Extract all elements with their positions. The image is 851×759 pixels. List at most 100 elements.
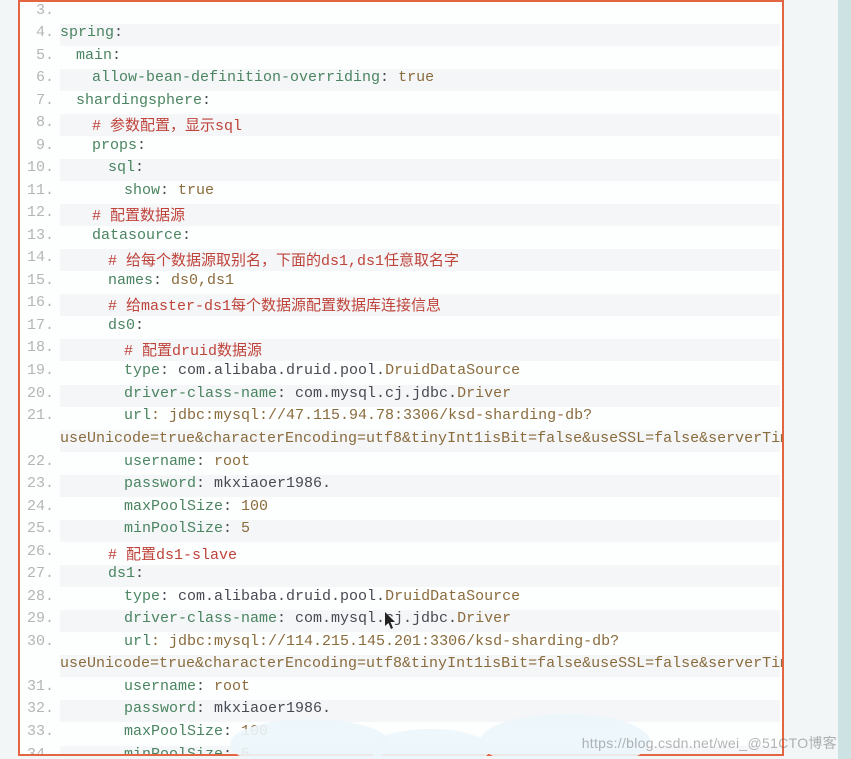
line-number: 33.	[20, 723, 56, 740]
code-token: # 参数配置，显示sql	[92, 118, 242, 135]
code-token: username	[124, 453, 196, 470]
line-number: 9.	[20, 137, 56, 154]
line-number: 22.	[20, 453, 56, 470]
code-token: ds0	[108, 317, 135, 334]
highlight-band	[60, 159, 780, 181]
code-token: driver-class-name	[124, 385, 277, 402]
code-line: datasource:	[92, 227, 191, 244]
code-token: url	[124, 633, 151, 650]
code-token: minPoolSize	[124, 746, 223, 756]
code-token: : jdbc:mysql://47.115.94.78:3306/ksd-sha…	[151, 407, 592, 424]
code-token: :	[114, 24, 123, 41]
line-number: 6.	[20, 69, 56, 86]
code-line: password: mkxiaoer1986.	[124, 475, 331, 492]
watermark: https://blog.csdn.net/wei_@51CTO博客	[582, 733, 837, 753]
code-line: props:	[92, 137, 146, 154]
code-token: url	[124, 407, 151, 424]
code-token: sql	[108, 159, 135, 176]
line-gutter: 3.4.5.6.7.8.9.10.11.12.13.14.15.16.17.18…	[20, 2, 56, 754]
code-line: # 参数配置，显示sql	[92, 114, 242, 135]
code-line: useUnicode=true&characterEncoding=utf8&t…	[60, 430, 784, 447]
line-number: 16.	[20, 294, 56, 311]
line-number: 8.	[20, 114, 56, 131]
code-token: type	[124, 588, 160, 605]
code-token: : com.mysql.cj.jdbc.	[277, 610, 457, 627]
line-number: 5.	[20, 47, 56, 64]
code-token: : com.mysql.cj.jdbc.	[277, 385, 457, 402]
line-number: 29.	[20, 610, 56, 627]
code-token: :	[135, 565, 144, 582]
line-number: 15.	[20, 272, 56, 289]
line-number: 20.	[20, 385, 56, 402]
code-token: : mkxiaoer1986.	[196, 475, 331, 492]
code-token: spring	[60, 24, 114, 41]
line-number: 26.	[20, 543, 56, 560]
code-token: DruidDataSource	[385, 362, 520, 379]
line-number: 24.	[20, 498, 56, 515]
code-token: ds0,ds1	[171, 272, 234, 289]
code-token: maxPoolSize	[124, 498, 223, 515]
line-number: 31.	[20, 678, 56, 695]
line-number: 14.	[20, 249, 56, 266]
code-line: username: root	[124, 453, 250, 470]
code-token: type	[124, 362, 160, 379]
code-token: allow-bean-definition-overriding	[92, 69, 380, 86]
code-token: :	[160, 182, 178, 199]
code-line: driver-class-name: com.mysql.cj.jdbc.Dri…	[124, 610, 511, 627]
code-token: shardingsphere	[76, 92, 202, 109]
code-line: useUnicode=true&characterEncoding=utf8&t…	[60, 655, 784, 672]
line-number: 19.	[20, 362, 56, 379]
code-line: ds1:	[108, 565, 144, 582]
code-token: ds1	[108, 565, 135, 582]
code-line: driver-class-name: com.mysql.cj.jdbc.Dri…	[124, 385, 511, 402]
code-token: :	[223, 498, 241, 515]
code-token: Driver	[457, 385, 511, 402]
code-line: minPoolSize: 5	[124, 520, 250, 537]
code-line: # 配置druid数据源	[124, 339, 262, 360]
code-line: sql:	[108, 159, 144, 176]
code-line: maxPoolSize: 100	[124, 498, 268, 515]
line-number: 21.	[20, 407, 56, 424]
code-line: show: true	[124, 182, 214, 199]
code-line: ds0:	[108, 317, 144, 334]
code-token: password	[124, 700, 196, 717]
code-token: useUnicode=true&characterEncoding=utf8&t…	[60, 655, 784, 672]
line-number: 4.	[20, 24, 56, 41]
code-line: # 给master-ds1每个数据源配置数据库连接信息	[108, 294, 441, 315]
line-number: 18.	[20, 339, 56, 356]
code-token: :	[153, 272, 171, 289]
code-token: : com.alibaba.druid.pool.	[160, 362, 385, 379]
line-number: 13.	[20, 227, 56, 244]
code-token: :	[112, 47, 121, 64]
code-token: # 给每个数据源取别名，下面的ds1,ds1任意取名字	[108, 253, 459, 270]
code-line: spring:	[60, 24, 123, 41]
highlight-band	[60, 565, 780, 587]
code-token: root	[214, 678, 250, 695]
code-line: type: com.alibaba.druid.pool.DruidDataSo…	[124, 588, 520, 605]
line-number: 10.	[20, 159, 56, 176]
code-token: : com.alibaba.druid.pool.	[160, 588, 385, 605]
code-token: props	[92, 137, 137, 154]
code-token: # 给master-ds1每个数据源配置数据库连接信息	[108, 298, 441, 315]
code-token: main	[76, 47, 112, 64]
code-token: names	[108, 272, 153, 289]
highlight-band	[60, 24, 780, 46]
line-number: 25.	[20, 520, 56, 537]
code-token: datasource	[92, 227, 182, 244]
code-line: main:	[76, 47, 121, 64]
code-line: # 配置数据源	[92, 204, 185, 225]
code-line: username: root	[124, 678, 250, 695]
code-token: :	[202, 92, 211, 109]
line-number: 12.	[20, 204, 56, 221]
code-token: username	[124, 678, 196, 695]
code-line: # 给每个数据源取别名，下面的ds1,ds1任意取名字	[108, 249, 459, 270]
line-number: 30.	[20, 633, 56, 650]
line-number: 34.	[20, 746, 56, 756]
line-number: 17.	[20, 317, 56, 334]
code-line: # 配置ds1-slave	[108, 543, 237, 564]
code-token: :	[196, 678, 214, 695]
code-token: root	[214, 453, 250, 470]
code-line: type: com.alibaba.druid.pool.DruidDataSo…	[124, 362, 520, 379]
line-number: 23.	[20, 475, 56, 492]
code-token: :	[196, 453, 214, 470]
